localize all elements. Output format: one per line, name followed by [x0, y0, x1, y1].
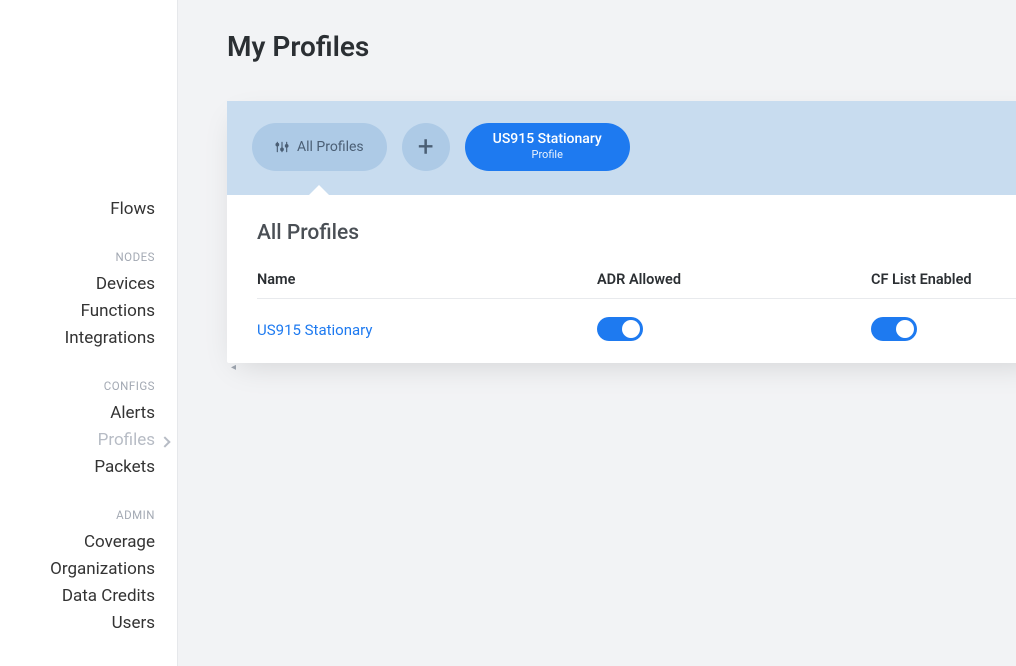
main-content: My Profiles All Profiles [178, 0, 1016, 666]
tab-profile-us915[interactable]: US915 Stationary Profile [465, 123, 630, 171]
sidebar-heading-nodes: NODES [0, 250, 177, 270]
sidebar-group-nodes: NODES Devices Functions Integrations [0, 250, 177, 351]
tab-profile-title: US915 Stationary [493, 131, 602, 148]
sidebar-item-devices[interactable]: Devices [0, 270, 177, 297]
sidebar: Flows NODES Devices Functions Integratio… [0, 0, 178, 666]
profiles-table-header: Name ADR Allowed CF List Enabled [257, 271, 1016, 299]
sidebar-item-functions[interactable]: Functions [0, 297, 177, 324]
col-header-adr: ADR Allowed [597, 271, 871, 288]
sidebar-group-top: Flows [0, 195, 177, 222]
table-row: US915 Stationary [257, 299, 1016, 363]
sidebar-item-organizations[interactable]: Organizations [0, 555, 177, 582]
tab-all-profiles[interactable]: All Profiles [252, 123, 387, 171]
profiles-card-body: All Profiles Name ADR Allowed CF List En… [227, 195, 1016, 363]
tab-all-profiles-label: All Profiles [297, 139, 364, 155]
sidebar-item-flows[interactable]: Flows [0, 195, 177, 222]
tab-profile-subtitle: Profile [532, 148, 563, 161]
plus-icon: + [418, 133, 434, 161]
tabs-bar: All Profiles + US915 Stationary Profile [227, 101, 1016, 195]
sidebar-item-integrations[interactable]: Integrations [0, 324, 177, 351]
app-root: Flows NODES Devices Functions Integratio… [0, 0, 1016, 666]
sidebar-heading-configs: CONFIGS [0, 379, 177, 399]
col-header-cf: CF List Enabled [871, 271, 1016, 288]
toggle-cf[interactable] [871, 317, 917, 341]
sidebar-heading-admin: ADMIN [0, 508, 177, 528]
sidebar-item-packets[interactable]: Packets [0, 453, 177, 480]
page-title: My Profiles [227, 30, 1016, 63]
sidebar-item-profiles[interactable]: Profiles [0, 426, 177, 453]
sidebar-item-coverage[interactable]: Coverage [0, 528, 177, 555]
sidebar-item-alerts[interactable]: Alerts [0, 399, 177, 426]
scroll-left-icon[interactable]: ◂ [231, 362, 236, 373]
sidebar-item-data-credits[interactable]: Data Credits [0, 582, 177, 609]
toggle-adr[interactable] [597, 317, 643, 341]
sliders-icon [275, 140, 289, 154]
sidebar-item-users[interactable]: Users [0, 609, 177, 636]
profile-link-us915[interactable]: US915 Stationary [257, 321, 372, 339]
section-title-all-profiles: All Profiles [257, 221, 1016, 245]
col-header-name: Name [257, 271, 597, 288]
sidebar-group-admin: ADMIN Coverage Organizations Data Credit… [0, 508, 177, 636]
add-profile-button[interactable]: + [402, 123, 450, 171]
sidebar-group-configs: CONFIGS Alerts Profiles Packets [0, 379, 177, 480]
profiles-card: All Profiles + US915 Stationary Profile … [227, 101, 1016, 363]
